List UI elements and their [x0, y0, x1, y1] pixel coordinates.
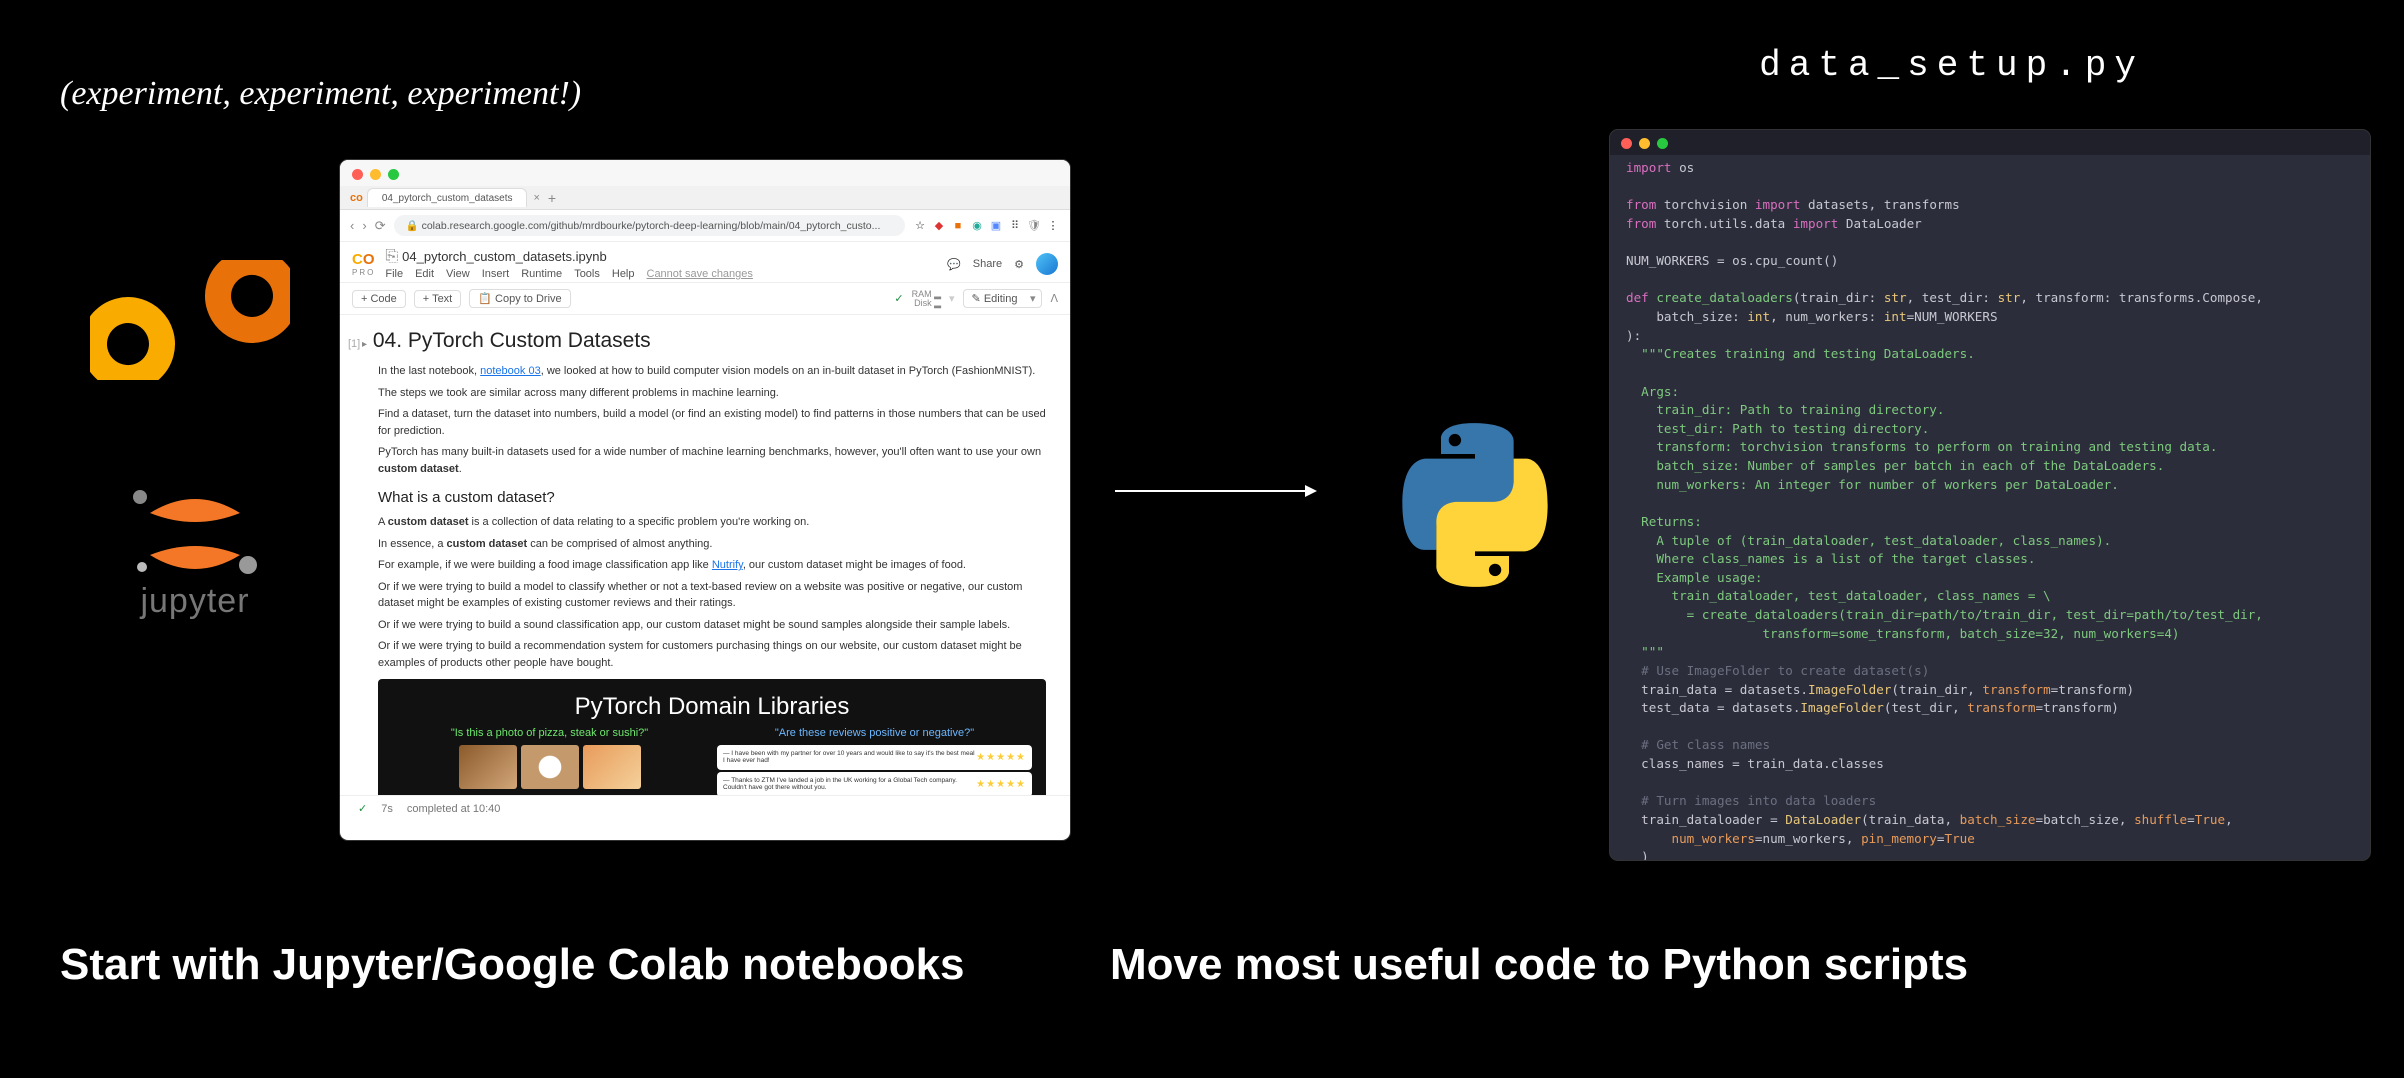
- jupyter-logo: jupyter: [90, 485, 300, 621]
- url-bar[interactable]: 🔒 colab.research.google.com/github/mrdbo…: [394, 215, 905, 236]
- notebook-03-link[interactable]: notebook 03: [480, 365, 541, 377]
- paragraph: The steps we took are similar across man…: [378, 385, 1046, 402]
- arrow-right-icon: [1115, 490, 1315, 492]
- paragraph: In essence, a custom dataset can be comp…: [378, 536, 1046, 553]
- ext-icon[interactable]: ⠿: [1008, 219, 1022, 233]
- collapse-icon[interactable]: ▸: [362, 339, 367, 350]
- heading-h2: What is a custom dataset?: [378, 489, 1046, 506]
- ext-icon[interactable]: 🛡: [1027, 219, 1041, 233]
- forward-icon[interactable]: ›: [362, 218, 366, 233]
- cell-gutter: [1]: [348, 338, 360, 350]
- handwritten-note: (experiment, experiment, experiment!): [60, 75, 581, 113]
- food-image: [583, 745, 641, 789]
- menu-view[interactable]: View: [446, 268, 470, 280]
- menu-insert[interactable]: Insert: [482, 268, 510, 280]
- paragraph: A custom dataset is a collection of data…: [378, 514, 1046, 531]
- new-tab-button[interactable]: +: [548, 190, 556, 206]
- back-icon[interactable]: ‹: [350, 218, 354, 233]
- maximize-icon[interactable]: [388, 169, 399, 180]
- checkmark-icon: ✓: [358, 802, 367, 815]
- status-text: completed at 10:40: [407, 803, 501, 815]
- window-controls: [340, 160, 1070, 186]
- colab-header: CO PRO ⎘04_pytorch_custom_datasets.ipynb…: [340, 242, 1070, 283]
- caption-right: Move most useful code to Python scripts: [1110, 940, 1968, 990]
- close-icon[interactable]: [1621, 138, 1632, 149]
- menu-file[interactable]: File: [385, 268, 403, 280]
- code-content: import os from torchvision import datase…: [1610, 155, 2370, 860]
- review-card: — I have been with my partner for over 1…: [717, 745, 1032, 770]
- minimize-icon[interactable]: [370, 169, 381, 180]
- menu-edit[interactable]: Edit: [415, 268, 434, 280]
- window-controls: [1610, 130, 2370, 155]
- gear-icon[interactable]: ⚙: [1014, 258, 1024, 271]
- menu-help[interactable]: Help: [612, 268, 635, 280]
- colab-status-bar: ✓ 7s completed at 10:40: [340, 795, 1070, 821]
- review-card: — Thanks to ZTM I've landed a job in the…: [717, 772, 1032, 795]
- paragraph: Or if we were trying to build a model to…: [378, 579, 1046, 612]
- food-image: [521, 745, 579, 789]
- minimize-icon[interactable]: [1639, 138, 1650, 149]
- python-logo: [1390, 420, 1560, 595]
- paragraph: Or if we were trying to build a sound cl…: [378, 617, 1046, 634]
- nutrify-link[interactable]: Nutrify: [712, 559, 743, 571]
- share-button[interactable]: Share: [973, 258, 1002, 270]
- browser-toolbar: ‹ › ⟳ 🔒 colab.research.google.com/github…: [340, 210, 1070, 242]
- checkmark-icon: ✓: [894, 292, 903, 305]
- domain-libraries-banner: PyTorch Domain Libraries "Is this a phot…: [378, 679, 1046, 795]
- editing-mode[interactable]: ✎ Editing: [963, 289, 1043, 308]
- browser-tab-bar: co 04_pytorch_custom_datasets × +: [340, 186, 1070, 210]
- tab-favicon: co: [350, 192, 363, 204]
- expand-icon[interactable]: ᐱ: [1050, 292, 1058, 305]
- food-image: [459, 745, 517, 789]
- paragraph: PyTorch has many built-in datasets used …: [378, 444, 1046, 477]
- star-icon[interactable]: ☆: [913, 219, 927, 233]
- maximize-icon[interactable]: [1657, 138, 1668, 149]
- comment-icon[interactable]: 💬: [947, 258, 961, 271]
- url-text: colab.research.google.com/github/mrdbour…: [422, 220, 881, 232]
- menu-icon[interactable]: ⋮: [1046, 219, 1060, 233]
- colab-logo-small: CO PRO: [352, 251, 375, 277]
- heading-h1: 04. PyTorch Custom Datasets: [373, 329, 651, 352]
- ext-icon[interactable]: ◉: [970, 219, 984, 233]
- paragraph: Or if we were trying to build a recommen…: [378, 638, 1046, 671]
- notebook-content: [1] ▸ 04. PyTorch Custom Datasets In the…: [340, 315, 1070, 795]
- banner-question-left: "Is this a photo of pizza, steak or sush…: [392, 727, 707, 739]
- add-code-button[interactable]: + Code: [352, 290, 406, 308]
- add-text-button[interactable]: + Text: [414, 290, 461, 308]
- caption-left: Start with Jupyter/Google Colab notebook…: [60, 940, 965, 990]
- banner-title: PyTorch Domain Libraries: [392, 693, 1032, 721]
- user-avatar[interactable]: [1036, 253, 1058, 275]
- logo-column: jupyter: [90, 260, 300, 621]
- close-icon[interactable]: [352, 169, 363, 180]
- ext-icon[interactable]: ◆: [932, 219, 946, 233]
- ext-icon[interactable]: ▣: [989, 219, 1003, 233]
- resource-meter[interactable]: RAM ▂Disk ▂: [912, 290, 941, 308]
- paragraph: Find a dataset, turn the dataset into nu…: [378, 406, 1046, 439]
- colab-menu-bar: File Edit View Insert Runtime Tools Help…: [385, 268, 753, 280]
- notebook-name[interactable]: ⎘04_pytorch_custom_datasets.ipynb: [385, 248, 753, 266]
- status-time: 7s: [381, 803, 393, 815]
- pro-badge: PRO: [352, 268, 375, 277]
- browser-tab[interactable]: 04_pytorch_custom_datasets: [367, 188, 528, 207]
- copy-to-drive-button[interactable]: 📋 Copy to Drive: [469, 289, 570, 308]
- colab-logo: [90, 260, 300, 385]
- colab-toolbar: + Code + Text 📋 Copy to Drive ✓ RAM ▂Dis…: [340, 283, 1070, 315]
- jupyter-label: jupyter: [90, 582, 300, 621]
- colab-browser-window: co 04_pytorch_custom_datasets × + ‹ › ⟳ …: [340, 160, 1070, 840]
- code-editor-window: import os from torchvision import datase…: [1610, 130, 2370, 860]
- menu-tools[interactable]: Tools: [574, 268, 600, 280]
- ext-icon[interactable]: ■: [951, 219, 965, 233]
- extension-icons: ☆ ◆ ■ ◉ ▣ ⠿ 🛡 ⋮: [913, 219, 1060, 233]
- paragraph: In the last notebook, notebook 03, we lo…: [378, 363, 1046, 380]
- banner-question-right: "Are these reviews positive or negative?…: [717, 727, 1032, 739]
- menu-runtime[interactable]: Runtime: [521, 268, 562, 280]
- reload-icon[interactable]: ⟳: [375, 218, 386, 234]
- paragraph: For example, if we were building a food …: [378, 557, 1046, 574]
- cannot-save-label: Cannot save changes: [647, 268, 753, 280]
- script-filename: data_setup.py: [1759, 45, 2144, 86]
